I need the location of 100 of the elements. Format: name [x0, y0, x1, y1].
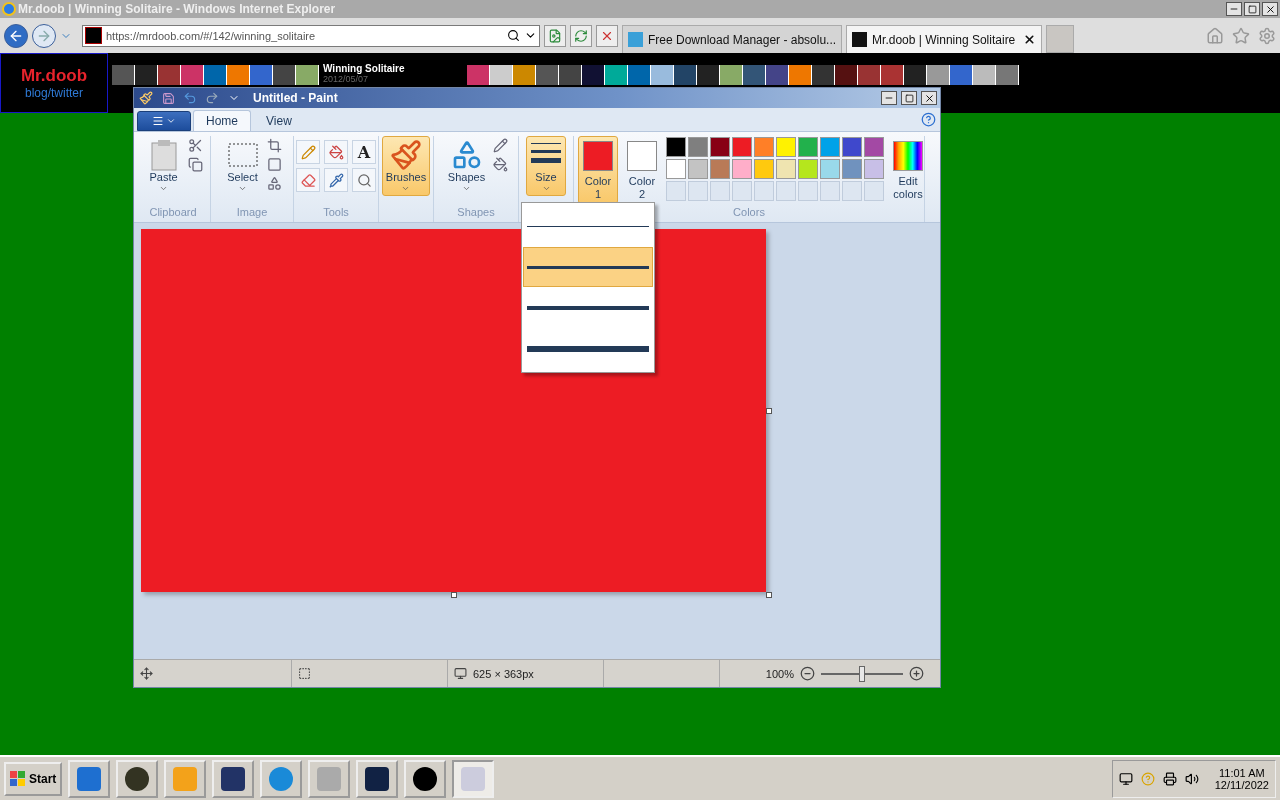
color-swatch[interactable]	[864, 159, 884, 179]
color-swatch[interactable]	[798, 137, 818, 157]
color-swatch[interactable]	[864, 137, 884, 157]
thumbnail-image[interactable]	[858, 65, 881, 85]
empty-swatch[interactable]	[842, 181, 862, 201]
back-button[interactable]	[4, 23, 28, 48]
empty-swatch[interactable]	[710, 181, 730, 201]
color-swatch[interactable]	[798, 159, 818, 179]
compatibility-button[interactable]	[544, 24, 566, 47]
logo-subtitle[interactable]: blog/twitter	[25, 86, 83, 100]
empty-swatch[interactable]	[688, 181, 708, 201]
volume-icon[interactable]	[1184, 771, 1199, 786]
crop-icon[interactable]	[266, 138, 282, 153]
color-swatch[interactable]	[754, 137, 774, 157]
ribbon-tab[interactable]: Home	[193, 110, 251, 131]
color-picker-button[interactable]	[324, 168, 348, 192]
forward-button[interactable]	[32, 23, 56, 48]
search-icon[interactable]	[507, 29, 520, 42]
fill-icon[interactable]	[493, 157, 509, 172]
color-swatch[interactable]	[732, 159, 752, 179]
color-swatch[interactable]	[666, 137, 686, 157]
thumbnail-image[interactable]	[973, 65, 996, 85]
color-swatch[interactable]	[842, 137, 862, 157]
logo-title[interactable]: Mr.doob	[20, 66, 88, 86]
thumbnail-image[interactable]	[559, 65, 582, 85]
pencil-button[interactable]	[296, 140, 320, 164]
thumbnail-image[interactable]	[158, 65, 181, 85]
color-button[interactable]: Color 2	[622, 136, 662, 204]
thumbnail-image[interactable]	[227, 65, 250, 85]
edit-colors-button[interactable]: Edit colors	[888, 136, 928, 204]
brushes-button[interactable]: Brushes	[381, 136, 431, 196]
thumbnail-image[interactable]	[628, 65, 651, 85]
thumbnail-image[interactable]	[904, 65, 927, 85]
color-swatch[interactable]	[710, 137, 730, 157]
application-menu-button[interactable]	[137, 111, 191, 131]
color-swatch[interactable]	[710, 159, 730, 179]
eraser-button[interactable]	[296, 168, 320, 192]
empty-swatch[interactable]	[666, 181, 686, 201]
minimize-button[interactable]	[881, 91, 897, 105]
empty-swatch[interactable]	[754, 181, 774, 201]
thumbnail-image[interactable]	[582, 65, 605, 85]
help-icon[interactable]	[921, 112, 936, 127]
zoom-out-button[interactable]	[800, 666, 815, 681]
thumbnail-image[interactable]	[835, 65, 858, 85]
zoom-slider[interactable]	[821, 665, 903, 682]
shapes-button[interactable]: Shapes	[443, 136, 490, 196]
color-swatch[interactable]	[820, 159, 840, 179]
thumbnail-image[interactable]	[204, 65, 227, 85]
printer-icon[interactable]	[1162, 771, 1177, 786]
star-icon[interactable]	[1232, 26, 1250, 45]
color-swatch[interactable]	[688, 137, 708, 157]
thumbnail-image[interactable]	[743, 65, 766, 85]
text-button[interactable]: A	[352, 140, 376, 164]
thumbnail-image[interactable]	[513, 65, 536, 85]
thumbnail-image[interactable]	[927, 65, 950, 85]
color-swatch[interactable]	[842, 159, 862, 179]
thumbnail-image[interactable]	[273, 65, 296, 85]
thumbnail-image[interactable]	[181, 65, 204, 85]
thumbnail-image[interactable]	[674, 65, 697, 85]
close-button[interactable]	[921, 91, 937, 105]
thumbnail-image[interactable]	[296, 65, 319, 85]
thumbnail-image[interactable]	[720, 65, 743, 85]
thumbnail-image[interactable]	[789, 65, 812, 85]
copy-icon[interactable]	[187, 157, 203, 172]
color-swatch[interactable]	[666, 159, 686, 179]
ribbon-tab[interactable]: View	[253, 110, 305, 131]
magnifier-button[interactable]	[352, 168, 376, 192]
browser-tab[interactable]: Mr.doob | Winning Solitaire	[846, 25, 1043, 53]
fill-button[interactable]	[324, 140, 348, 164]
empty-swatch[interactable]	[732, 181, 752, 201]
stop-button[interactable]	[596, 24, 618, 47]
taskbar-app-button[interactable]	[212, 759, 255, 798]
taskbar-app-button[interactable]	[404, 759, 447, 798]
thumbnail-image[interactable]	[112, 65, 135, 85]
thumbnail-image[interactable]	[950, 65, 973, 85]
empty-swatch[interactable]	[798, 181, 818, 201]
taskbar-app-button[interactable]	[356, 759, 399, 798]
slider-thumb[interactable]	[859, 665, 865, 682]
thumbnail-image[interactable]	[605, 65, 628, 85]
featured-title[interactable]: Winning Solitaire	[323, 63, 459, 74]
thumbnail-image[interactable]	[697, 65, 720, 85]
thumbnail-image[interactable]	[766, 65, 789, 85]
thumbnail-image[interactable]	[812, 65, 835, 85]
cut-icon[interactable]	[187, 138, 203, 153]
restore-button[interactable]	[1244, 2, 1260, 16]
start-button[interactable]: Start	[4, 761, 63, 796]
paint-app-button[interactable]	[137, 90, 155, 106]
close-button[interactable]	[1262, 2, 1278, 16]
thumbnail-image[interactable]	[536, 65, 559, 85]
thumbnail-image[interactable]	[250, 65, 273, 85]
address-field[interactable]: https://mrdoob.com/#/142/winning_solitaire	[82, 24, 540, 47]
color-swatch[interactable]	[776, 137, 796, 157]
thumbnail-image[interactable]	[490, 65, 513, 85]
empty-swatch[interactable]	[864, 181, 884, 201]
thumbnail-image[interactable]	[135, 65, 158, 85]
thumbnail-image[interactable]	[651, 65, 674, 85]
zoom-in-button[interactable]	[909, 666, 924, 681]
color-button[interactable]: Color 1	[578, 136, 618, 204]
size-option[interactable]	[523, 247, 653, 287]
browser-tab[interactable]: Free Download Manager - absolu...	[622, 25, 843, 53]
